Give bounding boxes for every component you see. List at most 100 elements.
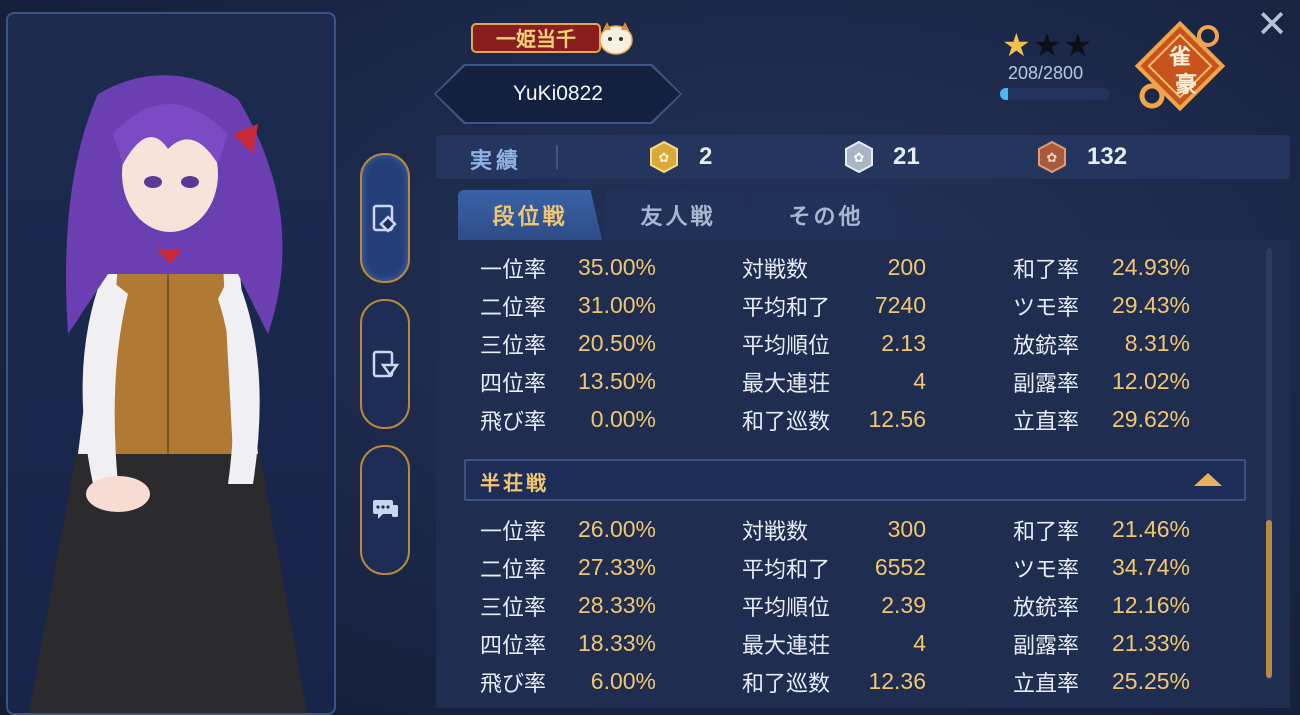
stat-value: 6.00% [590,668,656,694]
scrollbar-thumb[interactable] [1266,520,1272,678]
stat-row: 最大連荘 4 [742,628,926,664]
stat-label: ツモ率 [1013,296,1080,321]
stat-row: ツモ率 29.43% [1013,290,1190,326]
stat-label: 和了率 [1013,520,1080,545]
stat-row: 対戦数 200 [742,252,926,288]
stat-label: 対戦数 [742,520,809,545]
stat-value: 31.00% [577,292,656,318]
stat-row: 対戦数 300 [742,514,926,550]
stat-row: 和了率 24.93% [1013,252,1190,288]
achievements-bar: 実績 ✿ 2 ✿ 21 ✿ 132 [436,135,1290,179]
stat-label: 副露率 [1013,372,1080,397]
stat-label: 立直率 [1013,410,1080,435]
stat-label: 放銃率 [1013,596,1080,621]
svg-text:✿: ✿ [1047,151,1058,166]
rank-points-fill [1000,88,1009,100]
stat-value: 20.50% [577,330,656,356]
stat-row: 飛び率 0.00% [480,404,656,440]
stat-row: 四位率 18.33% [480,628,656,664]
stat-value: 12.02% [1111,368,1190,394]
svg-text:豪: 豪 [1175,72,1197,98]
divider [556,145,558,169]
stat-label: 平均順位 [742,334,831,359]
character-illustration [28,75,308,713]
svg-text:雀: 雀 [1168,45,1191,70]
star-filled-icon: ★ [1002,26,1033,64]
stat-label: 二位率 [480,296,547,321]
stat-label: 副露率 [1013,634,1080,659]
svg-text:✿: ✿ [854,151,865,166]
profile-tab-button[interactable] [360,153,410,283]
stat-row: 和了率 21.46% [1013,514,1190,550]
stat-value: 25.25% [1111,668,1190,694]
stat-row: 和了巡数 12.56 [742,404,926,440]
stat-label: 和了巡数 [742,672,831,697]
stat-value: 21.33% [1111,630,1190,656]
rank-points-text: 208/2800 [1008,63,1084,83]
chat-bubbles-icon [373,500,398,519]
stat-value: 24.93% [1111,254,1190,280]
stat-value: 21.46% [1111,516,1190,542]
stat-label: 和了巡数 [742,410,831,435]
stat-value: 4 [913,630,926,656]
stat-label: 平均順位 [742,596,831,621]
stat-row: 和了巡数 12.36 [742,666,926,702]
rank-badge-jango: 雀 豪 [1134,20,1226,112]
stat-value: 7240 [874,292,926,318]
stat-row: 平均順位 2.13 [742,328,926,364]
stat-value: 2.39 [881,592,926,618]
tab-other[interactable]: その他 [754,190,898,240]
tab-friendly[interactable]: 友人戦 [606,190,750,240]
stat-row: 二位率 27.33% [480,552,656,588]
stat-label: 放銃率 [1013,334,1080,359]
stat-label: 飛び率 [480,410,547,435]
player-name: YuKi0822 [436,66,680,122]
stat-value: 4 [913,368,926,394]
silver-medal-count: 21 [893,143,920,170]
stat-label: 飛び率 [480,672,547,697]
stat-label: 和了率 [1013,258,1080,283]
stat-value: 28.33% [577,592,656,618]
stat-row: 最大連荘 4 [742,366,926,402]
stat-value: 0.00% [590,406,656,432]
gold-medal-icon: ✿ [650,141,678,173]
collapse-arrow-icon[interactable] [1194,473,1222,486]
stat-value: 8.31% [1124,330,1190,356]
stat-row: 立直率 29.62% [1013,404,1190,440]
stat-value: 6552 [874,554,926,580]
character-portrait-panel [6,12,336,715]
stat-row: 平均順位 2.39 [742,590,926,626]
stat-value: 13.50% [577,368,656,394]
stat-label: 立直率 [1013,672,1080,697]
stat-row: 二位率 31.00% [480,290,656,326]
stat-row: 平均和了 7240 [742,290,926,326]
stat-row: ツモ率 34.74% [1013,552,1190,588]
stat-row: 立直率 25.25% [1013,666,1190,702]
stat-label: 四位率 [480,372,547,397]
stat-row: 副露率 21.33% [1013,628,1190,664]
svg-text:一姫当千: 一姫当千 [496,27,576,51]
stat-label: 平均和了 [742,558,831,583]
id-card-icon [372,204,397,233]
stat-label: 一位率 [480,520,547,545]
stat-value: 29.62% [1111,406,1190,432]
stat-value: 35.00% [577,254,656,280]
records-tab-button[interactable] [360,299,410,429]
stat-value: 18.33% [577,630,656,656]
stat-value: 300 [887,516,926,542]
section-header-hanchan[interactable]: 半荘戦 [464,459,1246,501]
close-button[interactable]: ✕ [1252,4,1292,44]
stat-row: 飛び率 6.00% [480,666,656,702]
stat-row: 副露率 12.02% [1013,366,1190,402]
stat-value: 34.74% [1111,554,1190,580]
stat-value: 12.56 [868,406,926,432]
stat-row: 平均和了 6552 [742,552,926,588]
stat-value: 29.43% [1111,292,1190,318]
stat-label: 最大連荘 [742,634,831,659]
tab-ranked[interactable]: 段位戦 [458,190,602,240]
stat-label: 対戦数 [742,258,809,283]
stat-row: 一位率 26.00% [480,514,656,550]
gold-medal-count: 2 [699,143,713,170]
chat-tab-button[interactable] [360,445,410,575]
stat-value: 27.33% [577,554,656,580]
